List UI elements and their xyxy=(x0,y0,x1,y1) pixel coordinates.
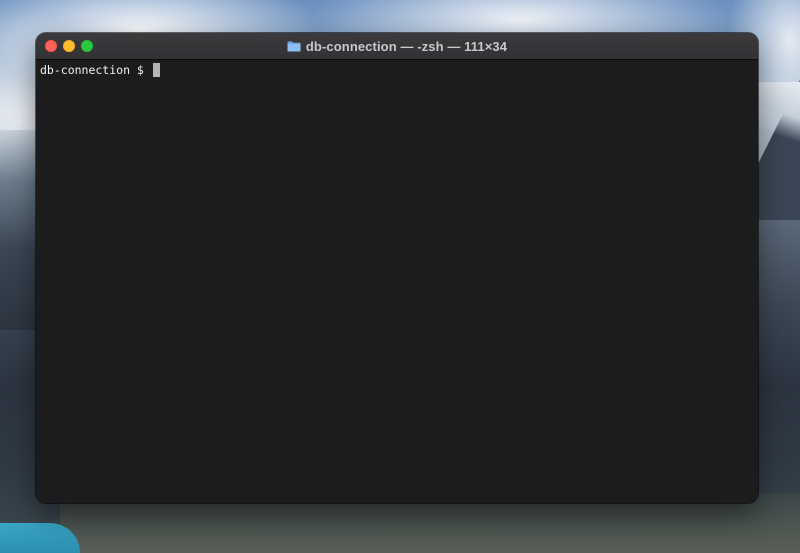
text-cursor xyxy=(152,63,160,77)
terminal-window[interactable]: db-connection — -zsh — 111×34 db-connect… xyxy=(36,33,758,503)
terminal-output-area[interactable]: db-connection $ xyxy=(36,60,758,503)
window-titlebar[interactable]: db-connection — -zsh — 111×34 xyxy=(36,33,758,60)
shell-prompt: db-connection $ xyxy=(40,63,151,77)
prompt-line[interactable]: db-connection $ xyxy=(40,62,160,78)
folder-icon xyxy=(287,41,301,52)
window-title: db-connection — -zsh — 111×34 xyxy=(305,38,508,54)
window-title-group: db-connection — -zsh — 111×34 xyxy=(36,33,758,59)
